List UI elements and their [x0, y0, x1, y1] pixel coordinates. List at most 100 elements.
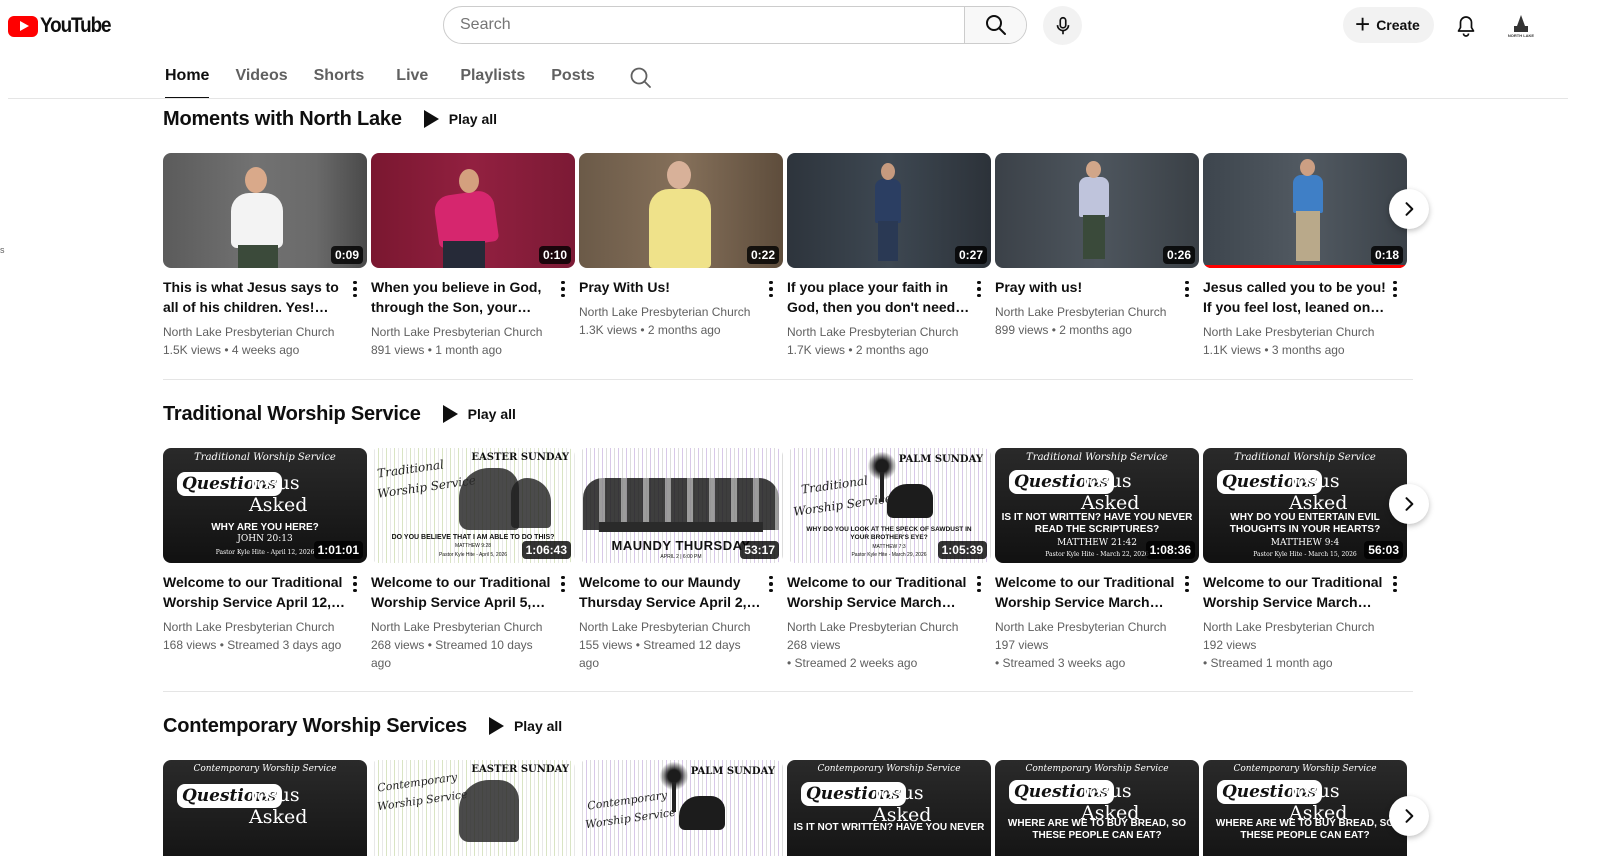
video-card[interactable]: 0:18 Jesus called you to be you! If you … [1203, 153, 1407, 359]
more-vert-icon[interactable] [555, 574, 571, 594]
play-all-button[interactable]: Play all [423, 110, 497, 128]
video-card[interactable]: 0:22 Pray With Us! North Lake Presbyteri… [579, 153, 783, 359]
play-all-button[interactable]: Play all [442, 405, 516, 423]
video-thumbnail[interactable]: PALM SUNDAY Contemporary Worship Service [579, 760, 783, 856]
more-vert-icon[interactable] [347, 279, 363, 299]
video-thumbnail[interactable]: Contemporary Worship Service Questions J… [1203, 760, 1407, 856]
video-card[interactable]: EASTER SUNDAY Traditional Worship Servic… [371, 448, 575, 672]
thumb-line1: IS IT NOT WRITTEN? HAVE YOU NEVER [793, 822, 985, 833]
channel-name[interactable]: North Lake Presbyterian Church [579, 303, 763, 321]
tab-videos[interactable]: Videos [235, 52, 287, 99]
video-title[interactable]: Welcome to our Traditional Worship Servi… [1203, 572, 1387, 612]
video-thumbnail[interactable]: 0:26 [995, 153, 1199, 268]
shelf-title[interactable]: Traditional Worship Service [163, 403, 421, 426]
video-thumbnail[interactable]: 0:27 [787, 153, 991, 268]
more-vert-icon[interactable] [763, 279, 779, 299]
channel-name[interactable]: North Lake Presbyterian Church [995, 618, 1179, 636]
shelf-title[interactable]: Moments with North Lake [163, 108, 402, 131]
more-vert-icon[interactable] [347, 574, 363, 594]
video-title[interactable]: Welcome to our Traditional Worship Servi… [163, 572, 347, 612]
video-thumbnail[interactable]: 0:18 [1203, 153, 1407, 268]
video-title[interactable]: When you believe in God, through the Son… [371, 277, 555, 317]
video-card[interactable]: Traditional Worship Service Questions Je… [1203, 448, 1407, 672]
video-thumbnail[interactable]: MAUNDY THURSDAY APRIL 2 | 6:00 PM 53:17 [579, 448, 783, 563]
shelf-separator [163, 691, 1413, 692]
youtube-logo[interactable]: YouTube [8, 14, 118, 38]
video-title[interactable]: Welcome to our Traditional Worship Servi… [787, 572, 971, 612]
channel-name[interactable]: North Lake Presbyterian Church [371, 618, 555, 636]
video-title[interactable]: Welcome to our Traditional Worship Servi… [371, 572, 555, 612]
video-thumbnail[interactable]: 0:09 [163, 153, 367, 268]
shelf-next-button[interactable] [1389, 796, 1429, 836]
video-title[interactable]: This is what Jesus says to all of his ch… [163, 277, 347, 317]
channel-name[interactable]: North Lake Presbyterian Church [787, 323, 971, 341]
tab-live[interactable]: Live [396, 52, 428, 99]
search-button[interactable] [964, 7, 1026, 43]
video-thumbnail[interactable]: PALM SUNDAY Traditional Worship Service … [787, 448, 991, 563]
video-thumbnail[interactable]: Contemporary Worship Service Questions J… [995, 760, 1199, 856]
video-thumbnail[interactable]: EASTER SUNDAY Contemporary Worship Servi… [371, 760, 575, 856]
channel-search-icon[interactable] [629, 66, 653, 90]
tab-posts[interactable]: Posts [551, 52, 595, 99]
channel-name[interactable]: North Lake Presbyterian Church [579, 618, 763, 636]
search-box [443, 6, 1027, 44]
tab-shorts[interactable]: Shorts [314, 52, 365, 99]
more-vert-icon[interactable] [1387, 279, 1403, 299]
video-card[interactable]: EASTER SUNDAY Contemporary Worship Servi… [371, 760, 575, 856]
more-vert-icon[interactable] [1179, 574, 1195, 594]
channel-name[interactable]: North Lake Presbyterian Church [995, 303, 1179, 321]
video-card[interactable]: Contemporary Worship Service Questions J… [1203, 760, 1407, 856]
video-title[interactable]: Welcome to our Traditional Worship Servi… [995, 572, 1179, 612]
video-card[interactable]: Traditional Worship Service Questions Je… [995, 448, 1199, 672]
video-thumbnail[interactable]: Contemporary Worship Service Questions J… [787, 760, 991, 856]
video-thumbnail[interactable]: Traditional Worship Service Questions Je… [995, 448, 1199, 563]
video-card[interactable]: MAUNDY THURSDAY APRIL 2 | 6:00 PM 53:17 … [579, 448, 783, 672]
video-thumbnail[interactable]: Traditional Worship Service Questions Je… [1203, 448, 1407, 563]
video-card[interactable]: 0:10 When you believe in God, through th… [371, 153, 575, 359]
more-vert-icon[interactable] [1387, 574, 1403, 594]
more-vert-icon[interactable] [971, 574, 987, 594]
channel-name[interactable]: North Lake Presbyterian Church [163, 618, 347, 636]
logo-text: YouTube [40, 14, 112, 37]
notifications-button[interactable] [1448, 8, 1484, 44]
video-card[interactable]: Traditional Worship Service Questions Je… [163, 448, 367, 672]
video-thumbnail[interactable]: 0:10 [371, 153, 575, 268]
video-card[interactable]: Contemporary Worship Service Questions J… [163, 760, 367, 856]
video-card[interactable]: 0:09 This is what Jesus says to all of h… [163, 153, 367, 359]
video-card[interactable]: PALM SUNDAY Contemporary Worship Service [579, 760, 783, 856]
play-all-button[interactable]: Play all [488, 717, 562, 735]
video-thumbnail[interactable]: Contemporary Worship Service Questions J… [163, 760, 367, 856]
channel-name[interactable]: North Lake Presbyterian Church [1203, 618, 1387, 636]
shelf-next-button[interactable] [1389, 484, 1429, 524]
channel-name[interactable]: North Lake Presbyterian Church [371, 323, 555, 341]
video-title[interactable]: Jesus called you to be you! If you feel … [1203, 277, 1387, 317]
video-thumbnail[interactable]: 0:22 [579, 153, 783, 268]
shelf-title[interactable]: Contemporary Worship Services [163, 715, 467, 738]
more-vert-icon[interactable] [763, 574, 779, 594]
tab-home[interactable]: Home [165, 52, 210, 99]
thumb-script1: Traditional [376, 457, 445, 481]
voice-search-button[interactable] [1043, 6, 1082, 45]
create-button[interactable]: + Create [1343, 7, 1434, 43]
video-title[interactable]: If you place your faith in God, then you… [787, 277, 971, 317]
video-card[interactable]: Contemporary Worship Service Questions J… [787, 760, 991, 856]
shelf-next-button[interactable] [1389, 189, 1429, 229]
more-vert-icon[interactable] [971, 279, 987, 299]
video-title[interactable]: Pray with us! [995, 277, 1179, 297]
video-card[interactable]: PALM SUNDAY Traditional Worship Service … [787, 448, 991, 672]
search-input[interactable] [444, 7, 964, 43]
video-thumbnail[interactable]: Traditional Worship Service Questions Je… [163, 448, 367, 563]
video-title[interactable]: Pray With Us! [579, 277, 763, 297]
channel-name[interactable]: North Lake Presbyterian Church [163, 323, 347, 341]
more-vert-icon[interactable] [555, 279, 571, 299]
channel-name[interactable]: North Lake Presbyterian Church [787, 618, 971, 636]
video-card[interactable]: Contemporary Worship Service Questions J… [995, 760, 1199, 856]
video-title[interactable]: Welcome to our Maundy Thursday Service A… [579, 572, 763, 612]
account-avatar[interactable]: NORTH LAKE [1503, 8, 1539, 44]
video-card[interactable]: 0:26 Pray with us! North Lake Presbyteri… [995, 153, 1199, 359]
more-vert-icon[interactable] [1179, 279, 1195, 299]
tab-playlists[interactable]: Playlists [460, 52, 525, 99]
video-thumbnail[interactable]: EASTER SUNDAY Traditional Worship Servic… [371, 448, 575, 563]
video-card[interactable]: 0:27 If you place your faith in God, the… [787, 153, 991, 359]
channel-name[interactable]: North Lake Presbyterian Church [1203, 323, 1387, 341]
